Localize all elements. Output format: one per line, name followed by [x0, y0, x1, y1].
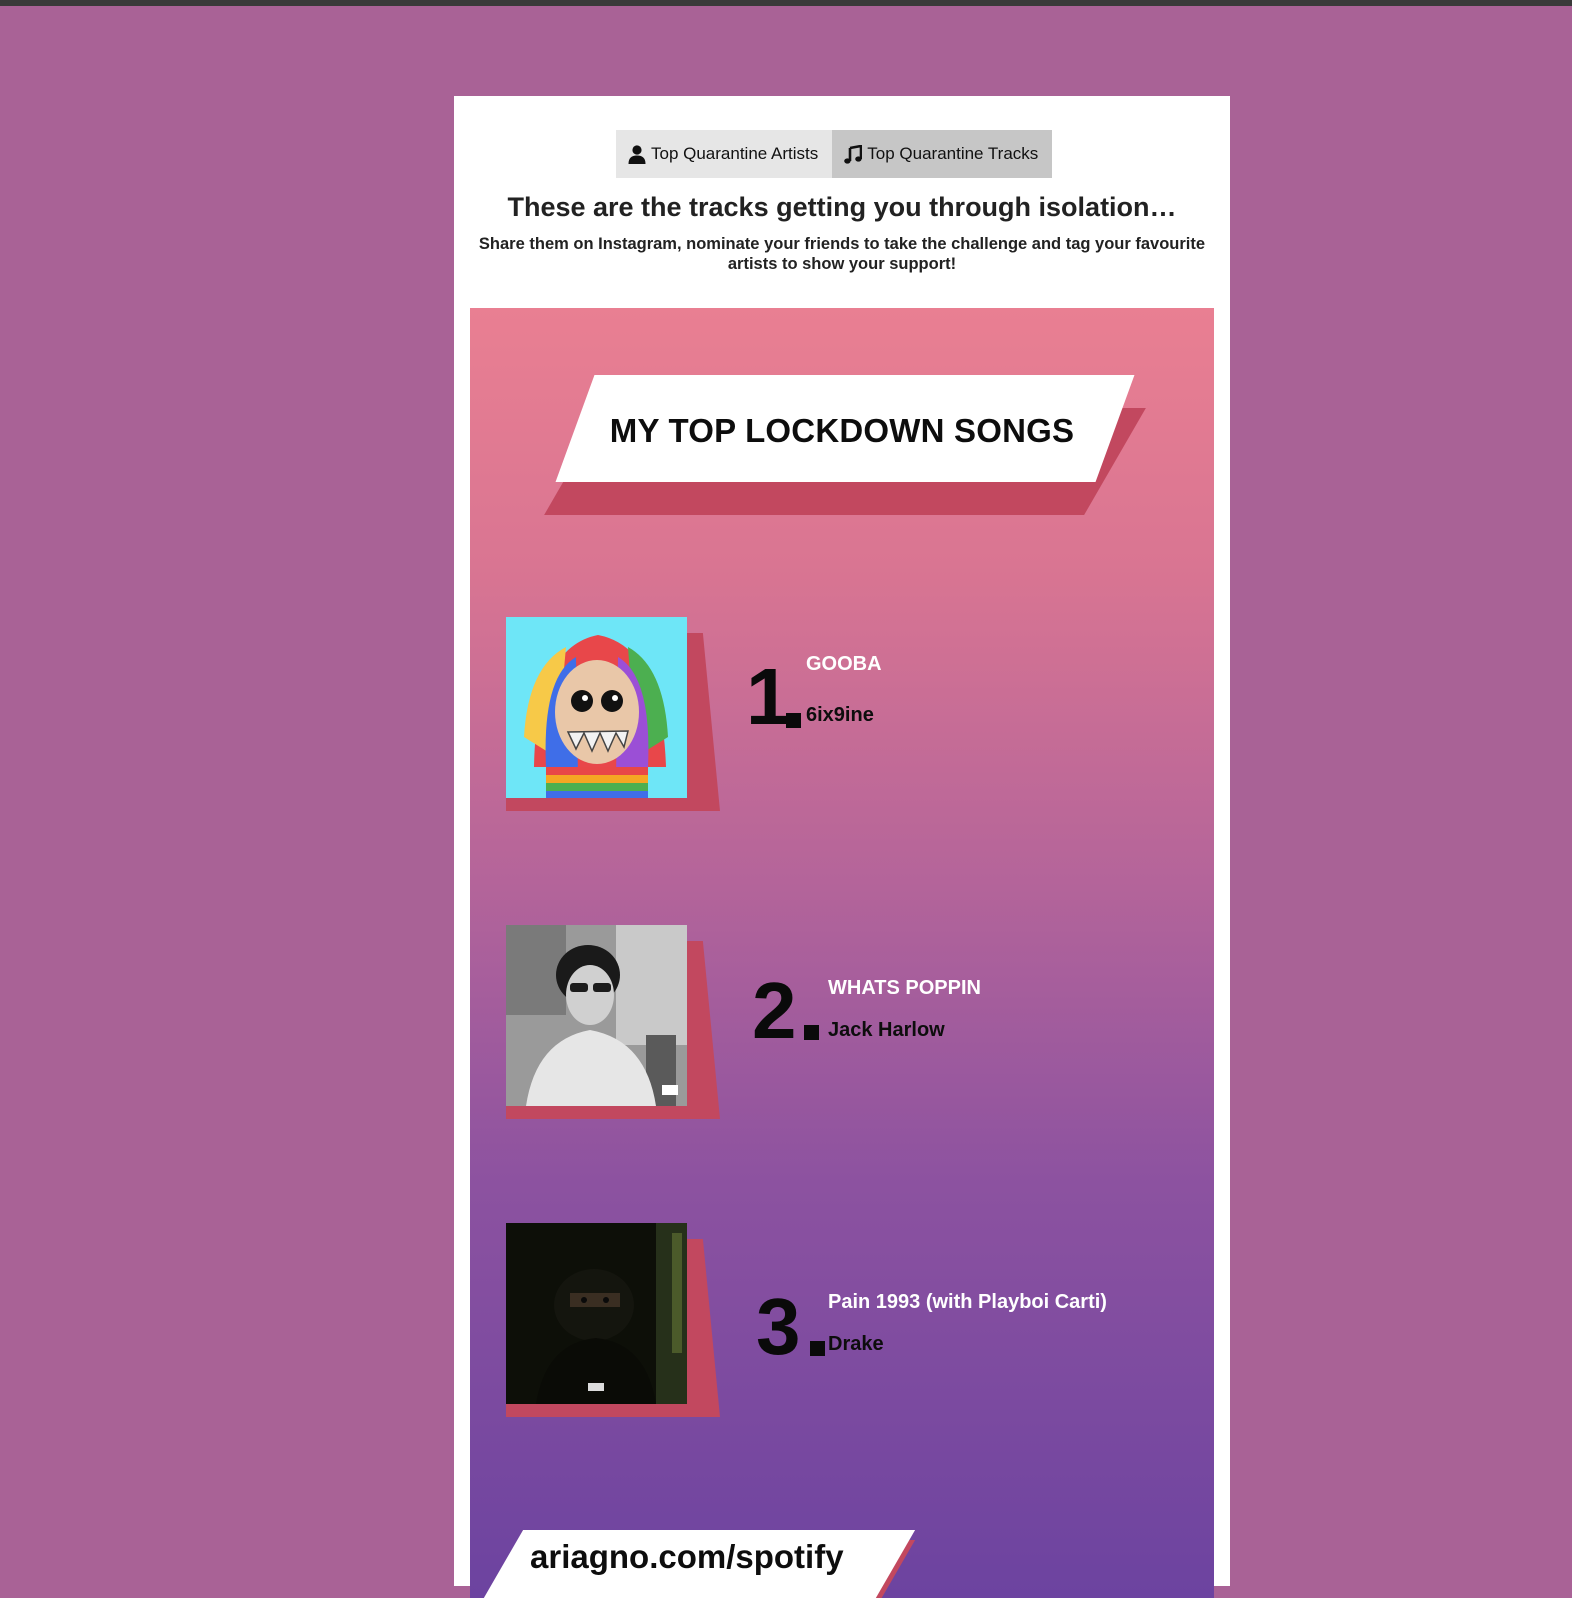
page-heading: These are the tracks getting you through…: [507, 192, 1177, 222]
track-rank: 1: [746, 652, 790, 741]
top-songs-poster: MY TOP LOCKDOWN SONGS 1 GOOBA 6ix9ine 2 …: [470, 308, 1214, 1598]
track-artist: 6ix9ine: [806, 704, 874, 726]
rank-dot: [810, 1341, 825, 1356]
footer-url: ariagno.com/spotify: [530, 1538, 844, 1575]
track-item: 1 GOOBA 6ix9ine: [506, 617, 1206, 817]
album-art-pain-1993: [506, 1223, 687, 1404]
content-card: Top Quarantine Artists Top Quarantine Tr…: [454, 96, 1230, 1598]
window-top-strip: [0, 0, 1572, 6]
track-item: 2 WHATS POPPIN Jack Harlow: [506, 925, 1206, 1125]
album-art-whats-poppin: [506, 925, 687, 1106]
tab-bar: Top Quarantine Artists Top Quarantine Tr…: [616, 130, 1053, 178]
tab-top-tracks-label: Top Quarantine Tracks: [867, 144, 1039, 163]
tab-top-tracks[interactable]: Top Quarantine Tracks: [832, 130, 1053, 178]
music-note-icon: [844, 144, 863, 164]
track-item: 3 Pain 1993 (with Playboi Carti) Drake: [506, 1223, 1206, 1423]
track-artist: Jack Harlow: [828, 1019, 945, 1041]
page-subheading: Share them on Instagram, nominate your f…: [478, 235, 1206, 273]
track-rank: 2: [752, 966, 796, 1055]
track-artist: Drake: [828, 1333, 884, 1355]
tab-top-artists-label: Top Quarantine Artists: [651, 144, 819, 163]
track-title: Pain 1993 (with Playboi Carti): [828, 1291, 1107, 1313]
rank-dot: [786, 713, 801, 728]
album-art-gooba: [506, 617, 687, 798]
rank-dot: [804, 1025, 819, 1040]
poster-title: MY TOP LOCKDOWN SONGS: [609, 412, 1075, 449]
track-title: GOOBA: [806, 653, 882, 675]
track-rank: 3: [756, 1282, 800, 1371]
track-title: WHATS POPPIN: [828, 977, 981, 999]
person-icon: [628, 144, 646, 164]
tab-top-artists[interactable]: Top Quarantine Artists: [616, 130, 833, 178]
